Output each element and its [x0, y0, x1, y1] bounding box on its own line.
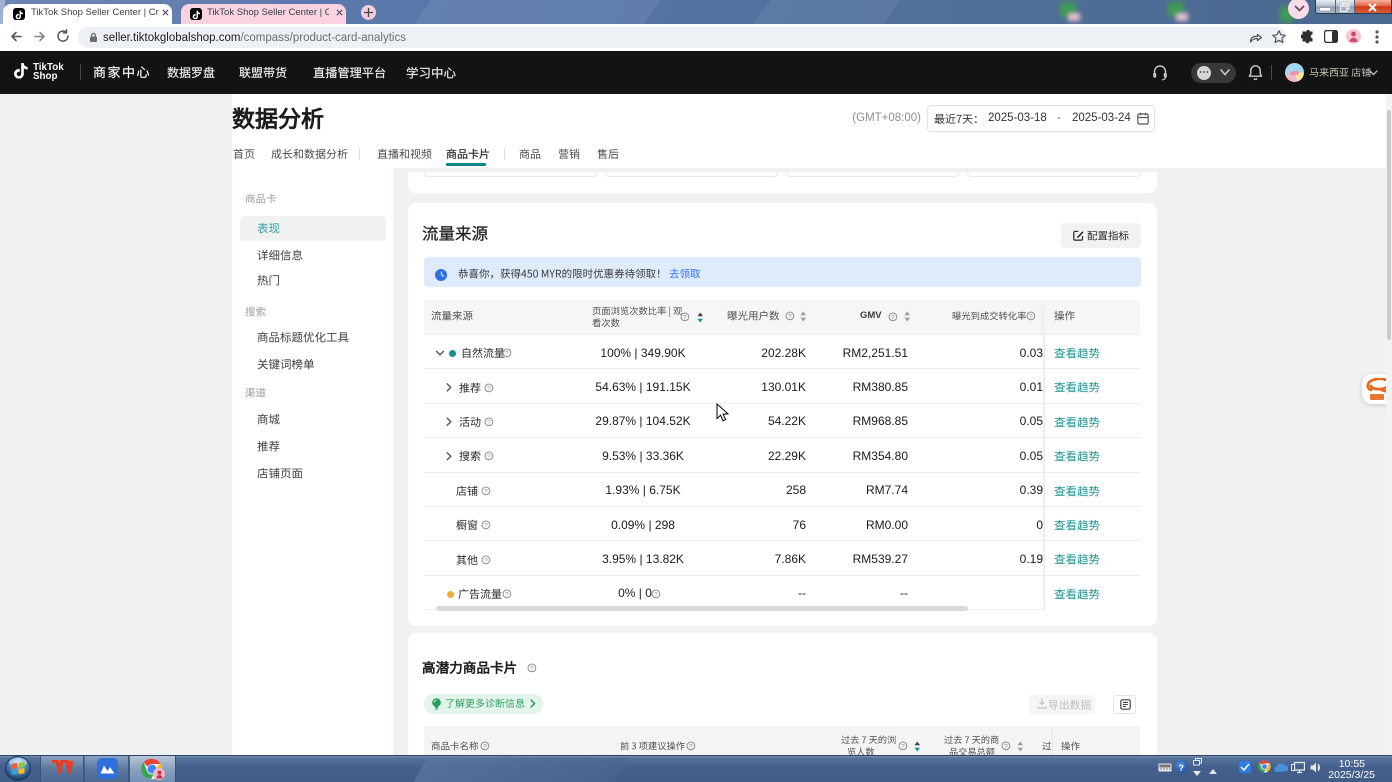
svg-text:?: ? [484, 488, 488, 495]
svg-text:?: ? [1004, 743, 1008, 750]
svg-text:?: ? [484, 523, 488, 530]
svg-text:?: ? [689, 744, 693, 751]
svg-text:?: ? [530, 665, 534, 672]
svg-text:?: ? [487, 454, 491, 461]
svg-text:?: ? [484, 557, 488, 564]
svg-text:?: ? [901, 743, 905, 750]
svg-text:?: ? [654, 591, 658, 598]
svg-text:?: ? [483, 744, 487, 751]
